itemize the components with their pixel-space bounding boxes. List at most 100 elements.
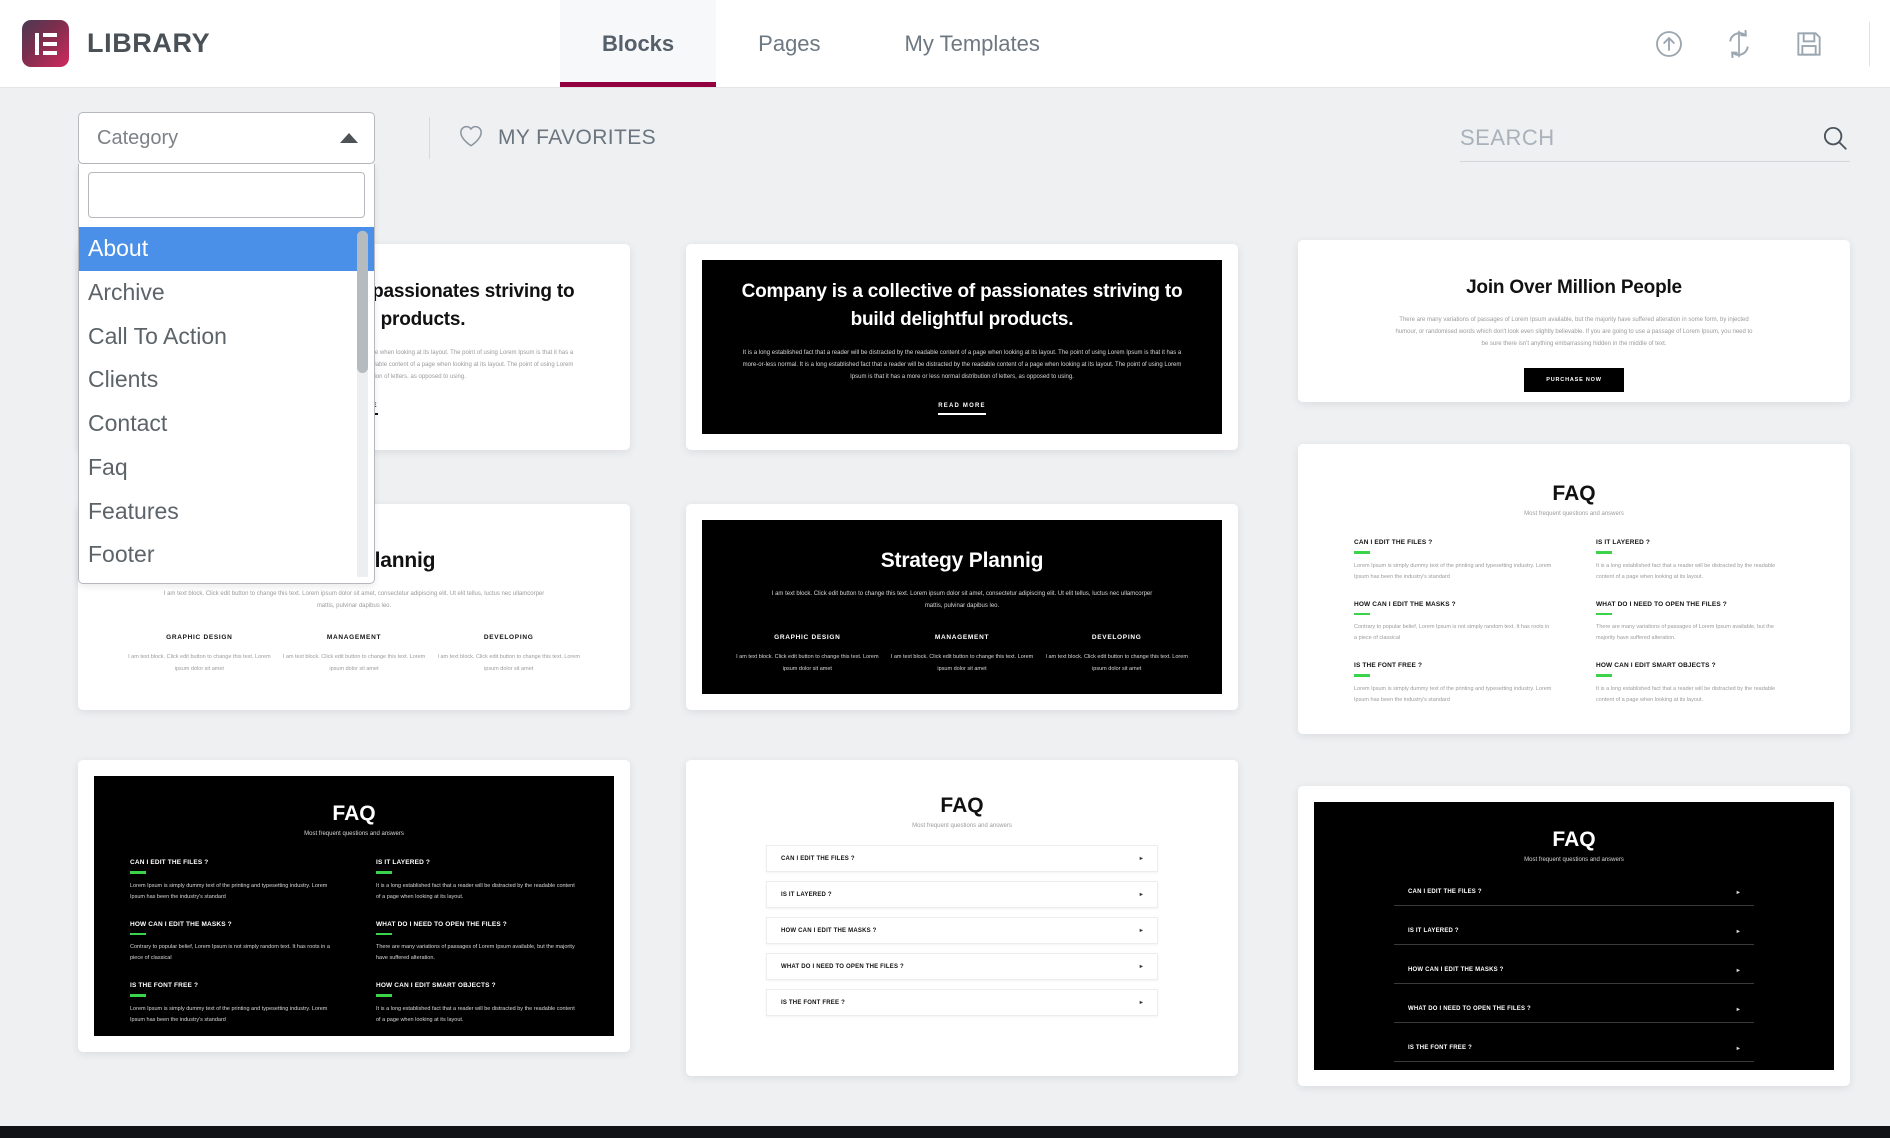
accordion-row[interactable]: IS THE FONT FREE ? ▸ [1394, 1035, 1754, 1062]
template-subheading: Most frequent questions and answers [912, 823, 1012, 829]
template-subheading: Most frequent questions and answers [304, 831, 404, 837]
faq-item: HOW CAN I EDIT THE MASKS ? Contrary to p… [1354, 600, 1550, 641]
my-favorites-button[interactable]: MY FAVORITES [458, 124, 656, 153]
tab-blocks[interactable]: Blocks [560, 0, 717, 87]
faq-item: IS THE FONT FREE ? Lorem Ipsum is simply… [130, 982, 328, 1023]
accent-dash [376, 994, 392, 997]
accent-dash [1596, 674, 1612, 677]
template-paragraph: It is a long established fact that a rea… [742, 350, 1182, 381]
template-card-join-million[interactable]: Join Over Million People There are many … [1298, 240, 1850, 402]
brand: LIBRARY [0, 0, 560, 87]
faq-item: CAN I EDIT THE FILES ? Lorem Ipsum is si… [1354, 539, 1552, 580]
accordion-row[interactable]: IS IT LAYERED ? ▸ [1394, 918, 1754, 945]
faq-column: IS IT LAYERED ? It is a long established… [1596, 539, 1794, 724]
faq-item: IS IT LAYERED ? It is a long established… [376, 859, 575, 900]
faq-item: IS IT LAYERED ? It is a long established… [1596, 539, 1776, 580]
category-search-input[interactable] [88, 172, 365, 218]
category-option-features[interactable]: Features [79, 490, 374, 534]
faq-item: WHAT DO I NEED TO OPEN THE FILES ? There… [376, 920, 575, 961]
template-card-faq-grid-dark[interactable]: FAQ Most frequent questions and answers … [78, 760, 630, 1052]
chevron-right-icon: ▸ [1139, 892, 1143, 898]
template-heading: FAQ [940, 794, 984, 817]
template-heading: Company is a collective of passionates s… [741, 281, 1183, 330]
chevron-right-icon: ▸ [1736, 967, 1740, 974]
template-card-faq-grid-light[interactable]: FAQ Most frequent questions and answers … [1298, 444, 1850, 734]
category-option-contact[interactable]: Contact [79, 402, 374, 446]
upload-icon[interactable] [1653, 28, 1685, 60]
template-subheading: Most frequent questions and answers [1524, 511, 1624, 517]
template-paragraph: I am text block. Click edit button to ch… [163, 591, 545, 610]
template-card-faq-accordion-dark[interactable]: FAQ Most frequent questions and answers … [1298, 786, 1850, 1086]
chevron-right-icon: ▸ [1736, 1006, 1740, 1013]
template-card-about-dark[interactable]: Company is a collective of passionates s… [686, 244, 1238, 450]
toolbar-divider [429, 117, 430, 159]
app-header: LIBRARY Blocks Pages My Templates [0, 0, 1890, 88]
my-favorites-label: MY FAVORITES [498, 126, 657, 149]
accordion-row[interactable]: IS THE FONT FREE ? ▸ [766, 989, 1158, 1016]
accordion-row[interactable]: IS IT LAYERED ? ▸ [766, 881, 1158, 908]
template-card-faq-accordion-light[interactable]: FAQ Most frequent questions and answers … [686, 760, 1238, 1076]
accordion-row[interactable]: HOW CAN I EDIT THE MASKS ? ▸ [766, 917, 1158, 944]
category-option-faq[interactable]: Faq [79, 446, 374, 490]
chevron-up-icon [340, 133, 358, 143]
chevron-right-icon: ▸ [1139, 856, 1143, 862]
faq-column: CAN I EDIT THE FILES ? Lorem Ipsum is si… [1354, 539, 1552, 724]
faq-columns: CAN I EDIT THE FILES ? Lorem Ipsum is si… [130, 859, 578, 1036]
page-title: LIBRARY [87, 28, 211, 58]
category-select[interactable]: Category [78, 112, 375, 164]
faq-accordion: CAN I EDIT THE FILES ? ▸ IS IT LAYERED ?… [1350, 879, 1798, 1062]
faq-item: HOW CAN I EDIT THE MASKS ? Contrary to p… [130, 920, 330, 961]
tab-my-templates[interactable]: My Templates [863, 0, 1082, 87]
template-column: DEVELOPING I am text block. Click edit b… [437, 634, 580, 672]
chevron-right-icon: ▸ [1736, 1045, 1740, 1052]
category-option-archive[interactable]: Archive [79, 271, 374, 315]
accordion-row[interactable]: HOW CAN I EDIT THE MASKS ? ▸ [1394, 957, 1754, 984]
accordion-row[interactable]: WHAT DO I NEED TO OPEN THE FILES ? ▸ [1394, 996, 1754, 1023]
search-input[interactable] [1460, 124, 1850, 151]
save-icon[interactable] [1793, 28, 1825, 60]
template-column: GRAPHIC DESIGN I am text block. Click ed… [736, 634, 879, 672]
category-filter: Category About Archive Call To Action Cl… [78, 112, 375, 584]
chevron-right-icon: ▸ [1139, 1000, 1143, 1006]
template-subheading: Most frequent questions and answers [1524, 857, 1624, 863]
category-option-clients[interactable]: Clients [79, 358, 374, 402]
chevron-right-icon: ▸ [1139, 928, 1143, 934]
faq-column: CAN I EDIT THE FILES ? Lorem Ipsum is si… [130, 859, 332, 1036]
accent-dash [130, 871, 146, 874]
accent-dash [376, 871, 392, 874]
category-select-label: Category [97, 126, 179, 149]
template-columns: GRAPHIC DESIGN I am text block. Click ed… [128, 634, 580, 675]
category-option-about[interactable]: About [79, 227, 374, 271]
template-column: DEVELOPING I am text block. Click edit b… [1045, 634, 1188, 672]
accent-dash [130, 932, 146, 935]
template-column: MANAGEMENT I am text block. Click edit b… [890, 634, 1034, 672]
accent-dash [130, 994, 146, 997]
category-option-call-to-action[interactable]: Call To Action [79, 315, 374, 359]
category-option-list[interactable]: About Archive Call To Action Clients Con… [79, 227, 374, 577]
heart-icon [458, 124, 484, 153]
category-option-footer[interactable]: Footer [79, 533, 374, 577]
category-dropdown: About Archive Call To Action Clients Con… [78, 164, 375, 584]
elementor-logo-icon [22, 20, 69, 67]
template-card-strategy-dark[interactable]: Strategy Plannig I am text block. Click … [686, 504, 1238, 710]
template-paragraph: There are many variations of passages of… [1395, 316, 1753, 347]
sync-icon[interactable] [1723, 28, 1755, 60]
template-heading: Join Over Million People [1466, 277, 1682, 298]
header-divider [1869, 21, 1870, 66]
search-icon[interactable] [1820, 123, 1850, 153]
header-actions [1653, 0, 1890, 87]
accordion-row[interactable]: CAN I EDIT THE FILES ? ▸ [1394, 879, 1754, 906]
template-cta-button[interactable]: PURCHASE NOW [1524, 367, 1624, 392]
accent-dash [1596, 551, 1612, 554]
tab-pages[interactable]: Pages [716, 0, 862, 87]
accordion-row[interactable]: WHAT DO I NEED TO OPEN THE FILES ? ▸ [766, 953, 1158, 980]
chevron-right-icon: ▸ [1139, 964, 1143, 970]
accordion-row[interactable]: CAN I EDIT THE FILES ? ▸ [766, 845, 1158, 872]
category-list-scrollthumb[interactable] [357, 231, 368, 373]
category-list-scrollbar[interactable] [357, 231, 368, 577]
chevron-right-icon: ▸ [1736, 928, 1740, 935]
search-box [1460, 114, 1850, 162]
faq-accordion: CAN I EDIT THE FILES ? ▸ IS IT LAYERED ?… [722, 845, 1202, 1016]
template-column: MANAGEMENT I am text block. Click edit b… [282, 634, 426, 672]
accent-dash [376, 932, 392, 935]
